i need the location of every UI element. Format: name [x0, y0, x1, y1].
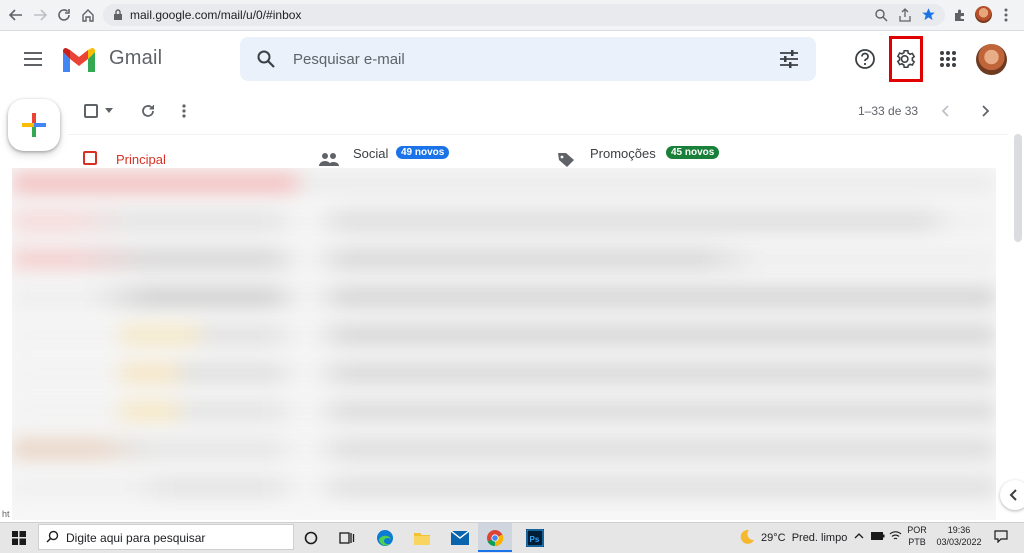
lock-icon	[113, 9, 123, 21]
gmail-wordmark[interactable]: Gmail	[109, 47, 162, 70]
clock-time: 19:36	[947, 525, 971, 535]
social-new-badge: 49 novos	[396, 146, 450, 159]
windows-start-icon[interactable]	[8, 527, 30, 549]
chrome-icon[interactable]	[484, 527, 506, 549]
mail-app-icon[interactable]	[449, 527, 471, 549]
table-row[interactable]	[12, 362, 996, 384]
zoom-icon[interactable]	[874, 8, 888, 22]
clock-date: 03/03/2022	[936, 537, 982, 547]
weather-moon-icon[interactable]	[739, 529, 755, 545]
scrollbar-thumb[interactable]	[1014, 134, 1022, 242]
apps-grid-icon[interactable]	[934, 45, 962, 73]
table-row[interactable]	[12, 286, 996, 308]
table-row[interactable]	[12, 172, 996, 194]
tab-social-label: Social	[353, 146, 389, 161]
select-dropdown-icon[interactable]	[105, 108, 113, 114]
next-page-icon[interactable]	[980, 105, 990, 117]
tab-principal-label: Principal	[116, 152, 166, 167]
select-all-checkbox[interactable]	[84, 104, 98, 118]
extensions-icon[interactable]	[953, 8, 967, 22]
edge-icon[interactable]	[374, 527, 396, 549]
forward-icon[interactable]	[30, 5, 50, 25]
svg-text:Ps: Ps	[530, 535, 540, 544]
task-view-icon[interactable]	[336, 527, 358, 549]
search-icon[interactable]	[257, 50, 275, 68]
help-icon[interactable]	[851, 45, 879, 73]
language-indicator[interactable]: POR PTB	[905, 524, 929, 548]
gmail-logo-icon[interactable]	[61, 46, 97, 74]
file-explorer-icon[interactable]	[411, 527, 433, 549]
pagination-text: 1–33 de 33	[858, 104, 919, 118]
tag-icon	[557, 152, 575, 168]
photoshop-icon[interactable]: Ps	[524, 527, 546, 549]
bookmark-star-icon[interactable]	[921, 7, 936, 22]
home-icon[interactable]	[78, 5, 98, 25]
cortana-icon[interactable]	[300, 527, 322, 549]
compose-plus-icon	[22, 113, 46, 137]
weather-text[interactable]: 29°C Pred. limpo	[761, 532, 847, 544]
previous-page-icon[interactable]	[941, 105, 951, 117]
back-icon[interactable]	[6, 5, 26, 25]
status-hint: ht	[2, 509, 10, 519]
language-bottom: PTB	[908, 537, 926, 547]
tab-principal[interactable]: Principal	[76, 144, 312, 170]
browser-menu-icon[interactable]	[1004, 7, 1008, 23]
reload-icon[interactable]	[54, 5, 74, 25]
inbox-icon	[83, 151, 97, 165]
side-panel-toggle[interactable]	[1000, 480, 1024, 510]
blurred-email-list	[12, 168, 996, 520]
search-input[interactable]: Pesquisar e-mail	[293, 51, 405, 68]
taskbar-clock[interactable]: 19:36 03/03/2022	[933, 524, 985, 548]
settings-highlight-box	[889, 36, 923, 82]
battery-icon[interactable]	[871, 531, 885, 541]
language-top: POR	[907, 525, 927, 535]
account-avatar[interactable]	[976, 44, 1007, 75]
table-row[interactable]	[12, 438, 996, 460]
wifi-icon[interactable]	[889, 530, 902, 542]
search-options-icon[interactable]	[779, 50, 799, 68]
table-row[interactable]	[12, 210, 996, 232]
tab-promocoes-label: Promoções	[590, 146, 656, 161]
chevron-left-icon	[1009, 489, 1017, 501]
tab-promocoes[interactable]: Promoções 45 novos	[556, 144, 806, 170]
taskbar-search-icon	[46, 530, 59, 543]
people-icon	[319, 152, 339, 166]
promocoes-new-badge: 45 novos	[666, 146, 720, 159]
main-menu-icon[interactable]	[24, 51, 44, 67]
notifications-icon[interactable]	[994, 530, 1008, 543]
table-row[interactable]	[12, 248, 996, 270]
taskbar-search-input[interactable]: Digite aqui para pesquisar	[66, 531, 205, 545]
share-icon[interactable]	[898, 8, 912, 22]
refresh-icon[interactable]	[140, 103, 156, 119]
url-text: mail.google.com/mail/u/0/#inbox	[130, 8, 302, 22]
profile-avatar[interactable]	[975, 6, 992, 23]
table-row[interactable]	[12, 400, 996, 422]
chevron-up-icon[interactable]	[854, 532, 864, 540]
tab-social[interactable]: Social 49 novos	[318, 144, 554, 170]
compose-button[interactable]	[8, 99, 60, 151]
more-actions-icon[interactable]	[182, 103, 186, 119]
toolbar-divider	[67, 134, 1008, 135]
table-row[interactable]	[12, 324, 996, 346]
table-row[interactable]	[12, 476, 996, 498]
